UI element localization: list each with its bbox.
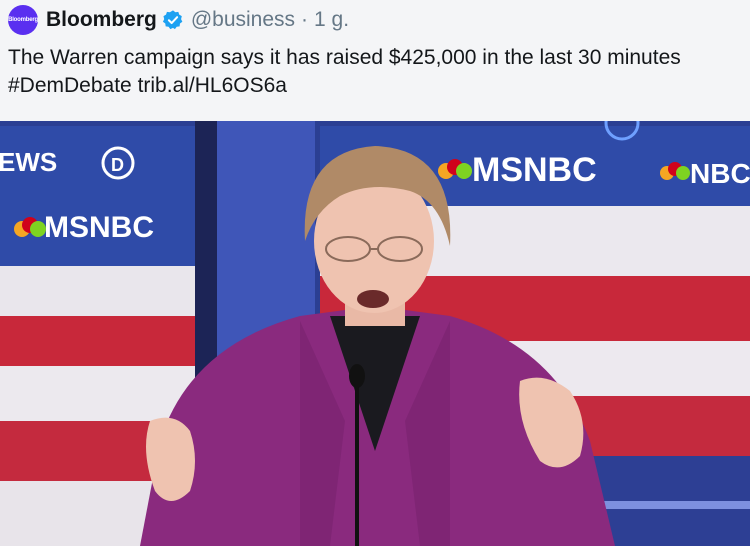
tweet-text: The Warren campaign says it has raised $… (8, 46, 681, 97)
tweet-header: Bloomberg Bloomberg @business · 1 g. (8, 5, 742, 35)
timestamp[interactable]: 1 g. (314, 8, 349, 32)
separator-dot: · (301, 8, 309, 31)
avatar[interactable]: Bloomberg (8, 5, 38, 35)
sign-text-right: NBC (690, 158, 750, 189)
sign-text-center: MSNBC (472, 151, 597, 189)
handle[interactable]: @business (191, 8, 295, 32)
svg-text:D: D (111, 155, 124, 175)
display-name[interactable]: Bloomberg (46, 8, 157, 32)
verified-badge-icon (162, 10, 183, 30)
tweet-media-photo[interactable]: EWS D MSNBC MSNBC NBC (0, 121, 750, 546)
sign-text-left-main: MSNBC (44, 211, 154, 244)
debate-photo: EWS D MSNBC MSNBC NBC (0, 121, 750, 546)
sign-text-left-top: EWS (0, 147, 57, 177)
